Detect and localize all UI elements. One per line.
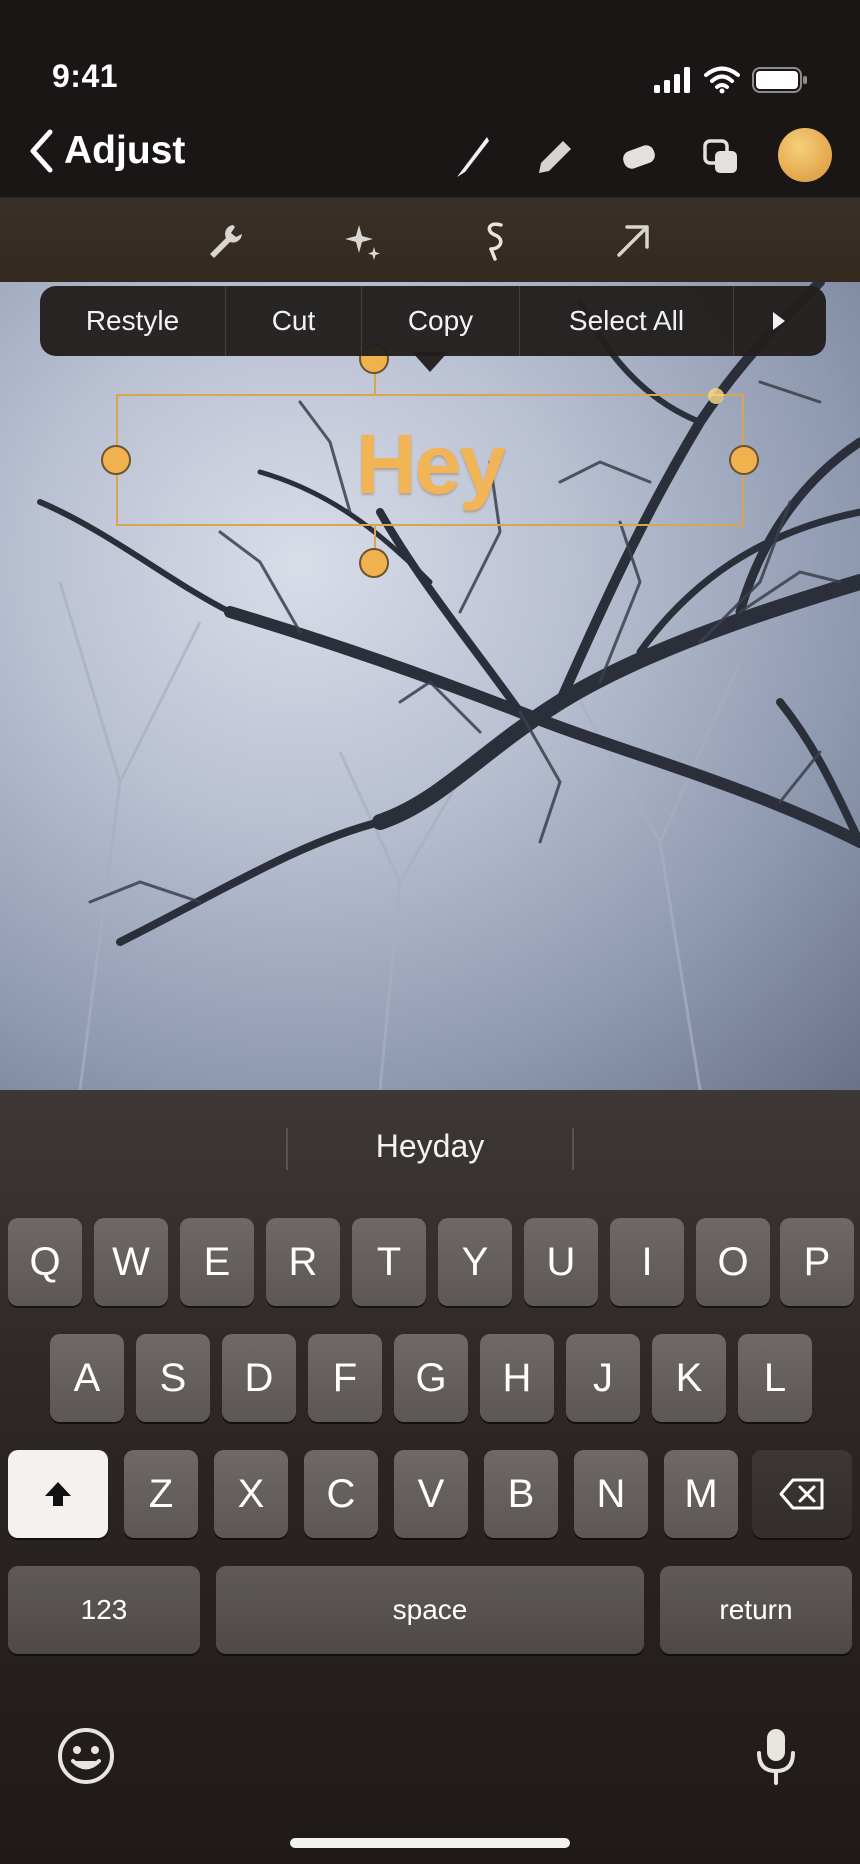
- key-v[interactable]: V: [394, 1450, 468, 1538]
- delete-icon: [779, 1478, 824, 1510]
- layers-icon: [703, 139, 737, 173]
- shift-icon: [45, 1482, 71, 1506]
- key-x[interactable]: X: [214, 1450, 288, 1538]
- status-bar: 9:41: [0, 0, 860, 116]
- key-o[interactable]: O: [696, 1218, 770, 1306]
- menu-more-button[interactable]: [734, 286, 824, 356]
- menu-cut[interactable]: Cut: [226, 286, 362, 356]
- space-key[interactable]: space: [216, 1566, 644, 1654]
- emoji-icon: [58, 1728, 114, 1784]
- key-g[interactable]: G: [394, 1334, 468, 1422]
- key-z[interactable]: Z: [124, 1450, 198, 1538]
- menu-copy[interactable]: Copy: [362, 286, 520, 356]
- chevron-left-icon: [30, 129, 53, 173]
- menu-pointer: [412, 352, 448, 372]
- back-button[interactable]: Adjust: [28, 128, 185, 174]
- key-m[interactable]: M: [664, 1450, 738, 1538]
- rotate-handle[interactable]: [708, 388, 724, 404]
- key-i[interactable]: I: [610, 1218, 684, 1306]
- key-b[interactable]: B: [484, 1450, 558, 1538]
- pen-tool-button[interactable]: [446, 130, 500, 184]
- key-k[interactable]: K: [652, 1334, 726, 1422]
- marker-tool-button[interactable]: [526, 130, 580, 184]
- home-indicator[interactable]: [290, 1838, 570, 1848]
- arrow-tool-button[interactable]: [608, 216, 658, 266]
- resize-handle-left[interactable]: [101, 445, 131, 475]
- signal-icon: [654, 67, 690, 93]
- back-label: Adjust: [64, 129, 186, 172]
- keyboard: Heyday Q W E R T Y U I O P A S D F G H J…: [0, 1090, 860, 1864]
- key-l[interactable]: L: [738, 1334, 812, 1422]
- suggestion-divider: [286, 1128, 288, 1170]
- key-q[interactable]: Q: [8, 1218, 82, 1306]
- key-y[interactable]: Y: [438, 1218, 512, 1306]
- key-a[interactable]: A: [50, 1334, 124, 1422]
- key-e[interactable]: E: [180, 1218, 254, 1306]
- key-s[interactable]: S: [136, 1334, 210, 1422]
- resize-handle-right[interactable]: [729, 445, 759, 475]
- edit-context-menu: Restyle Cut Copy Select All: [40, 286, 826, 356]
- triangle-right-icon: [773, 312, 785, 330]
- return-key[interactable]: return: [660, 1566, 852, 1654]
- key-c[interactable]: C: [304, 1450, 378, 1538]
- lasso-tool-button[interactable]: [470, 216, 520, 266]
- key-f[interactable]: F: [308, 1334, 382, 1422]
- status-icons: [654, 66, 808, 94]
- key-u[interactable]: U: [524, 1218, 598, 1306]
- dictation-button[interactable]: [744, 1724, 808, 1788]
- key-w[interactable]: W: [94, 1218, 168, 1306]
- microphone-icon: [757, 1729, 795, 1785]
- suggestion-bar: Heyday: [0, 1090, 860, 1208]
- key-p[interactable]: P: [780, 1218, 854, 1306]
- key-n[interactable]: N: [574, 1450, 648, 1538]
- key-r[interactable]: R: [266, 1218, 340, 1306]
- key-d[interactable]: D: [222, 1334, 296, 1422]
- menu-restyle[interactable]: Restyle: [40, 286, 226, 356]
- eraser-icon: [623, 145, 655, 169]
- pen-icon: [457, 137, 489, 177]
- resize-handle-bottom[interactable]: [359, 548, 389, 578]
- key-t[interactable]: T: [352, 1218, 426, 1306]
- wrench-icon: [210, 225, 242, 258]
- lasso-icon: [487, 222, 503, 261]
- photo-canvas[interactable]: Hey: [0, 282, 860, 1090]
- status-time: 9:41: [52, 58, 119, 94]
- key-j[interactable]: J: [566, 1334, 640, 1422]
- sparkle-icon: [345, 225, 380, 260]
- battery-icon: [752, 67, 807, 93]
- nav-bar: Adjust: [0, 116, 860, 198]
- arrow-icon: [617, 225, 649, 257]
- secondary-toolbar: [0, 198, 860, 282]
- eraser-tool-button[interactable]: [612, 130, 666, 184]
- canvas-text-layer[interactable]: Hey: [118, 416, 742, 513]
- suggestion-word[interactable]: Heyday: [290, 1128, 570, 1165]
- delete-key[interactable]: [752, 1450, 852, 1538]
- emoji-button[interactable]: [54, 1724, 118, 1788]
- marker-icon: [539, 141, 571, 173]
- text-selection-box[interactable]: Hey: [116, 394, 744, 526]
- key-h[interactable]: H: [480, 1334, 554, 1422]
- shift-key[interactable]: [8, 1450, 108, 1538]
- numbers-key[interactable]: 123: [8, 1566, 200, 1654]
- magic-tool-button[interactable]: [338, 216, 388, 266]
- suggestion-divider: [572, 1128, 574, 1170]
- layers-tool-button[interactable]: [694, 130, 748, 184]
- wifi-icon: [704, 66, 740, 94]
- menu-select-all[interactable]: Select All: [520, 286, 734, 356]
- color-swatch-button[interactable]: [778, 128, 832, 182]
- settings-tool-button[interactable]: [200, 216, 250, 266]
